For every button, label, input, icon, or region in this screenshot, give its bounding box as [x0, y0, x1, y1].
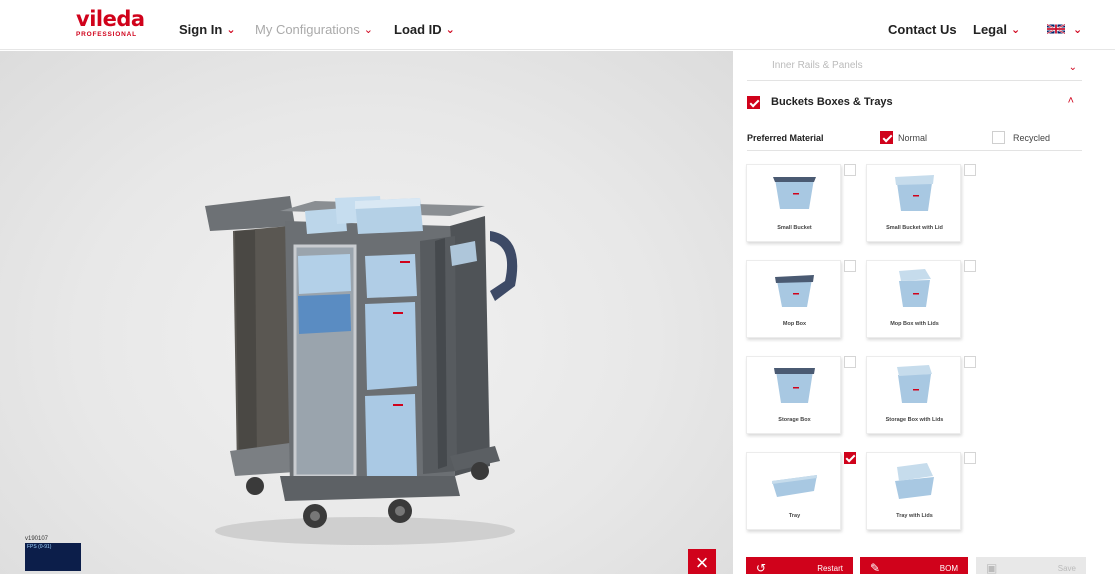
small-bucket-with-lid-thumbnail	[895, 175, 934, 211]
tray-with-lids-thumbnail	[895, 463, 934, 499]
uk-flag-icon[interactable]	[1047, 23, 1065, 35]
save-icon: ▣	[986, 561, 998, 574]
bom-button[interactable]: ✎ BOM	[860, 557, 968, 574]
item-checkbox-storage-box[interactable]	[844, 356, 856, 368]
item-checkbox-mop-box[interactable]	[844, 260, 856, 272]
section-buckets-label: Buckets Boxes & Trays	[771, 96, 893, 108]
chevron-down-icon: ⌄	[1010, 24, 1021, 36]
chevron-down-icon: ⌄	[363, 24, 373, 36]
item-card-mop-box[interactable]: Mop Box	[746, 260, 841, 338]
3d-viewer[interactable]: v190107 FPS (0-91) ×	[0, 51, 733, 574]
language-chevron[interactable]: ⌄	[1069, 22, 1082, 37]
item-label: Mop Box with Lids	[890, 321, 939, 327]
cleaning-cart-model[interactable]	[195, 186, 540, 556]
nav-my-configurations-label: My Configurations	[255, 22, 360, 37]
item-label: Mop Box	[782, 321, 807, 327]
section-inner-rails-label: Inner Rails & Panels	[772, 60, 863, 71]
bom-label: BOM	[939, 564, 958, 573]
top-navigation-bar: vileda PROFESSIONAL Sign In ⌄ My Configur…	[0, 0, 1115, 50]
item-label: Tray	[788, 513, 801, 519]
mop-box-thumbnail	[775, 275, 814, 307]
item-card-tray-with-lids[interactable]: Tray with Lids	[866, 452, 961, 530]
logo-sub: PROFESSIONAL	[76, 31, 137, 38]
restart-button[interactable]: ↺ Restart	[746, 557, 853, 574]
storage-box-thumbnail	[774, 368, 815, 403]
item-card-tray[interactable]: Tray	[746, 452, 841, 530]
material-recycled-label[interactable]: Recycled	[1013, 133, 1050, 143]
fps-meter: FPS (0-91)	[25, 543, 81, 571]
nav-legal-label: Legal	[973, 22, 1007, 37]
tray-thumbnail	[772, 475, 817, 497]
chevron-down-icon: ⌄	[1073, 24, 1083, 36]
item-label: Storage Box	[778, 417, 811, 423]
restart-label: Restart	[817, 564, 843, 573]
nav-sign-in-label: Sign In	[179, 22, 223, 37]
material-normal-checkbox[interactable]	[880, 131, 893, 144]
storage-box-with-lids-thumbnail	[897, 365, 932, 403]
restart-icon: ↺	[756, 561, 767, 574]
nav-load-id[interactable]: Load ID ⌄	[394, 22, 455, 37]
save-button[interactable]: ▣ Save	[976, 557, 1086, 574]
chevron-down-icon: ⌄	[1068, 62, 1077, 73]
version-label: v190107	[25, 536, 49, 542]
configuration-panel: Inner Rails & Panels ⌄ Buckets Boxes & T…	[733, 51, 1115, 574]
material-normal-label[interactable]: Normal	[898, 133, 927, 143]
small-bucket-thumbnail	[773, 177, 816, 209]
app-root: vileda PROFESSIONAL Sign In ⌄ My Configur…	[0, 0, 1115, 574]
preferred-material-row: Preferred Material Normal Recycled	[747, 129, 1082, 151]
item-card-storage-box-with-lids[interactable]: Storage Box with Lids	[866, 356, 961, 434]
nav-contact-us[interactable]: Contact Us	[888, 22, 957, 37]
item-label: Storage Box with Lids	[885, 417, 944, 423]
debug-overlay: v190107 FPS (0-91)	[25, 536, 81, 574]
vileda-logo[interactable]: vileda PROFESSIONAL	[76, 7, 145, 43]
nav-legal[interactable]: Legal ⌄	[973, 22, 1020, 37]
document-edit-icon: ✎	[870, 561, 881, 574]
chevron-up-icon[interactable]: ˄	[1068, 95, 1074, 107]
item-checkbox-mop-box-with-lids[interactable]	[964, 260, 976, 272]
item-checkbox-tray[interactable]	[844, 452, 856, 464]
chevron-down-icon: ⌄	[226, 24, 236, 36]
nav-load-id-label: Load ID	[394, 22, 442, 37]
item-checkbox-small-bucket[interactable]	[844, 164, 856, 176]
item-label: Small Bucket with Lid	[886, 225, 943, 231]
chevron-down-icon: ⌄	[445, 24, 455, 36]
preferred-material-label: Preferred Material	[747, 133, 824, 143]
nav-my-configurations[interactable]: My Configurations ⌄	[255, 22, 373, 37]
buckets-checkbox[interactable]	[747, 96, 760, 109]
item-checkbox-storage-box-with-lids[interactable]	[964, 356, 976, 368]
item-checkbox-tray-with-lids[interactable]	[964, 452, 976, 464]
item-card-mop-box-with-lids[interactable]: Mop Box with Lids	[866, 260, 961, 338]
section-buckets-boxes-trays[interactable]: Buckets Boxes & Trays ˄	[747, 90, 1082, 118]
section-inner-rails-panels[interactable]: Inner Rails & Panels ⌄	[747, 51, 1082, 81]
item-card-small-bucket[interactable]: Small Bucket	[746, 164, 841, 242]
nav-contact-us-label: Contact Us	[888, 22, 957, 37]
logo-brand: vileda	[76, 7, 145, 31]
save-label: Save	[1057, 564, 1076, 573]
item-checkbox-small-bucket-with-lid[interactable]	[964, 164, 976, 176]
item-label: Tray with Lids	[896, 513, 933, 519]
material-recycled-checkbox[interactable]	[992, 131, 1005, 144]
close-icon[interactable]: ×	[688, 549, 716, 574]
mop-box-with-lids-thumbnail	[899, 269, 931, 307]
item-card-small-bucket-with-lid[interactable]: Small Bucket with Lid	[866, 164, 961, 242]
nav-sign-in[interactable]: Sign In ⌄	[179, 22, 236, 37]
item-label: Small Bucket	[777, 225, 812, 231]
item-card-storage-box[interactable]: Storage Box	[746, 356, 841, 434]
